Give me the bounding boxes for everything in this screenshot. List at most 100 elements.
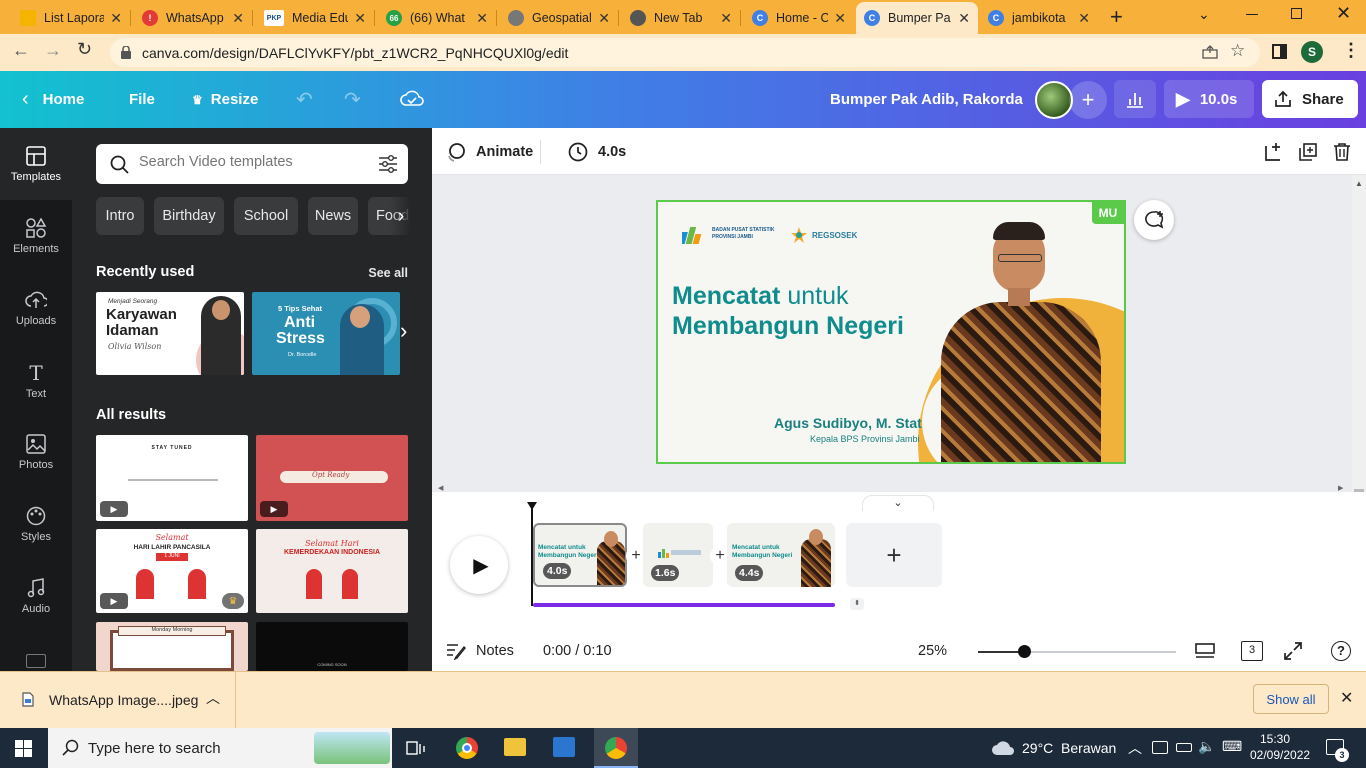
chip-school[interactable]: School	[234, 197, 298, 235]
volume-icon[interactable]: 🔈	[1198, 738, 1215, 755]
present-play-button[interactable]: ▶ 10.0s	[1164, 80, 1254, 118]
tray-app-icon[interactable]	[1152, 741, 1168, 754]
download-item[interactable]: WhatsApp Image....jpeg ︿	[0, 672, 236, 728]
chrome-active-window[interactable]	[594, 728, 638, 768]
close-icon[interactable]: ✕	[354, 10, 366, 27]
rail-item-templates[interactable]: Templates	[0, 128, 72, 200]
collaborator-avatar[interactable]	[1035, 81, 1073, 119]
taskbar-clock[interactable]: 15:30 02/09/2022	[1250, 731, 1310, 763]
minimize-icon[interactable]	[1246, 14, 1258, 15]
recent-scroll-right-icon[interactable]: ›	[400, 318, 407, 344]
browser-tab[interactable]: ! WhatsApp ✕	[134, 4, 252, 32]
template-result[interactable]: COMING SOON	[256, 622, 408, 671]
notes-button[interactable]: Notes	[446, 642, 514, 660]
task-view-icon[interactable]	[406, 739, 426, 757]
close-icon[interactable]: ✕	[476, 10, 488, 27]
chevron-up-icon[interactable]: ︿	[206, 688, 220, 708]
close-icon[interactable]: ✕	[834, 10, 846, 27]
close-window-icon[interactable]: ✕	[1336, 3, 1351, 24]
share-page-icon[interactable]	[1202, 45, 1218, 59]
close-download-bar-icon[interactable]: ✕	[1340, 688, 1353, 708]
side-panel-icon[interactable]	[1272, 44, 1287, 59]
home-button[interactable]: ‹ Home	[22, 71, 84, 128]
recent-template-thumb[interactable]: 5 Tips Sehat Anti Stress Dr. Borcelle	[252, 292, 400, 375]
template-result[interactable]: Opt Ready ▶	[256, 435, 408, 521]
timeline-play-button[interactable]: ▶	[450, 536, 508, 594]
vertical-scrollbar[interactable]: ▲	[1352, 175, 1366, 492]
chips-scroll-right-icon[interactable]: ›	[390, 197, 412, 235]
scroll-up-icon[interactable]: ▲	[1355, 179, 1363, 188]
search-input[interactable]	[139, 154, 369, 170]
design-title[interactable]: Bumper Pak Adib, Rakorda	[830, 71, 1023, 128]
back-icon[interactable]: ←	[12, 40, 30, 61]
search-box[interactable]	[96, 144, 408, 184]
language-icon[interactable]: ⌨	[1222, 738, 1242, 755]
reload-icon[interactable]: ↻	[77, 39, 92, 60]
see-all-link[interactable]: See all	[368, 266, 408, 280]
file-menu-button[interactable]: File	[129, 71, 155, 128]
redo-icon[interactable]: ↷	[344, 71, 361, 128]
cloud-saved-icon[interactable]	[400, 88, 424, 110]
add-page-button[interactable]: +	[846, 523, 942, 587]
zoom-level[interactable]: 25%	[918, 643, 947, 659]
browser-tab-active[interactable]: C Bumper Pa ✕	[856, 2, 978, 34]
playhead-handle-icon[interactable]	[527, 502, 537, 510]
filter-icon[interactable]	[378, 155, 398, 173]
template-result[interactable]: Monday Morning	[96, 622, 248, 671]
rail-item-uploads[interactable]: Uploads	[0, 272, 72, 344]
help-icon[interactable]: ?	[1331, 641, 1351, 661]
template-result[interactable]: STAY TUNED ▶	[96, 435, 248, 521]
rail-item-photos[interactable]: Photos	[0, 416, 72, 488]
slide-canvas[interactable]: BADAN PUSAT STATISTIK PROVINSI JAMBI REG…	[656, 200, 1126, 464]
restore-icon[interactable]	[1291, 8, 1302, 19]
battery-icon[interactable]	[1176, 743, 1192, 752]
fullscreen-icon[interactable]	[1283, 641, 1303, 661]
add-collaborator-button[interactable]: +	[1069, 81, 1107, 119]
duplicate-page-icon[interactable]	[1298, 142, 1318, 162]
duration-button[interactable]: 4.0s	[568, 142, 626, 162]
omnibox[interactable]: canva.com/design/DAFLClYvKFY/pbt_z1WCR2_…	[110, 38, 1260, 67]
add-page-icon[interactable]	[1264, 142, 1284, 162]
page-view-icon[interactable]	[1195, 641, 1215, 661]
photos-app-icon[interactable]	[553, 737, 575, 757]
show-all-button[interactable]: Show all	[1253, 684, 1329, 714]
zoom-slider-knob[interactable]	[1018, 645, 1031, 658]
rail-item-text[interactable]: T Text	[0, 344, 72, 416]
timeline-page[interactable]: Mencatat untuk Membangun Negeri 4.4s	[727, 523, 835, 587]
insights-button[interactable]	[1114, 80, 1156, 118]
profile-avatar[interactable]: S	[1301, 41, 1323, 63]
browser-tab[interactable]: 66 (66) What ✕	[378, 4, 496, 32]
hide-pages-chevron-icon[interactable]: ⌄	[862, 495, 934, 511]
browser-tab[interactable]: C Home - Ca ✕	[744, 4, 854, 32]
resize-button[interactable]: ♛ Resize	[192, 71, 258, 128]
chip-news[interactable]: News	[308, 197, 358, 235]
add-comment-button[interactable]	[1134, 200, 1174, 240]
rail-item-styles[interactable]: Styles	[0, 488, 72, 560]
delete-page-icon[interactable]	[1332, 142, 1352, 162]
browser-tab[interactable]: New Tab ✕	[622, 4, 740, 32]
close-icon[interactable]: ✕	[232, 10, 244, 27]
chip-intro[interactable]: Intro	[96, 197, 144, 235]
close-icon[interactable]: ✕	[958, 10, 970, 27]
weather-text[interactable]: 29°C Berawan	[1022, 740, 1116, 756]
browser-tab[interactable]: C jambikota ✕	[980, 4, 1098, 32]
browser-tab[interactable]: PKP Media Edu ✕	[256, 4, 374, 32]
template-result[interactable]: Selamat Hari KEMERDEKAAN INDONESIA	[256, 529, 408, 613]
timeline-page[interactable]: 1.6s	[643, 523, 713, 587]
chip-birthday[interactable]: Birthday	[154, 197, 224, 235]
close-icon[interactable]: ✕	[110, 10, 122, 27]
browser-tab[interactable]: Geospatial ✕	[500, 4, 618, 32]
timeline-page[interactable]: Mencatat untuk Membangun Negeri 4.0s	[533, 523, 627, 587]
tab-search-chevron-icon[interactable]: ⌄	[1198, 6, 1210, 23]
file-explorer-icon[interactable]	[504, 738, 526, 756]
close-icon[interactable]: ✕	[720, 10, 732, 27]
share-button[interactable]: Share	[1262, 80, 1358, 118]
chrome-taskbar-icon[interactable]	[456, 737, 478, 759]
scroll-right-icon[interactable]: ▶	[1338, 484, 1343, 492]
taskbar-search[interactable]: Type here to search	[48, 728, 392, 768]
bookmark-star-icon[interactable]: ☆	[1230, 41, 1245, 61]
animate-button[interactable]: Animate	[446, 142, 533, 162]
forward-icon[interactable]: →	[44, 40, 62, 61]
videos-icon[interactable]	[26, 654, 46, 668]
windows-start-icon[interactable]	[15, 740, 32, 757]
